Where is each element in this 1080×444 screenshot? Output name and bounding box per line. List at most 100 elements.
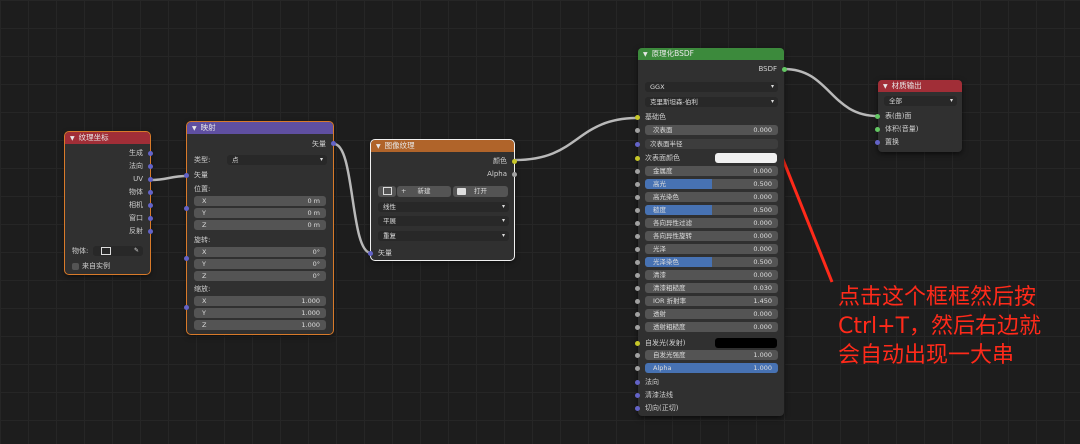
socket-field-input[interactable] [635, 273, 640, 278]
socket-field-input[interactable] [635, 260, 640, 265]
bsdf-field[interactable]: 糙度 0.500 [645, 205, 778, 215]
eyedropper-icon[interactable]: ✎ [134, 246, 139, 256]
bsdf-field[interactable]: IOR 折射率 1.450 [645, 296, 778, 306]
subsurface-method-dropdown[interactable]: 克里斯坦森-伯利 ▾ [645, 97, 778, 107]
socket-color-out[interactable] [512, 159, 517, 164]
socket-alpha[interactable] [635, 366, 640, 371]
socket-field-input[interactable] [635, 286, 640, 291]
alpha-field[interactable]: Alpha 1.000 [645, 363, 778, 373]
socket-field-input[interactable] [635, 169, 640, 174]
rotation-z-field[interactable]: Z 0° [194, 271, 326, 281]
texture-coordinate-node[interactable]: ▼ 纹理坐标 生成 法向 UV 物体 相机 窗口 反射 物体: ✎ 来自实例 [64, 131, 153, 275]
location-y-field[interactable]: Y 0 m [194, 208, 326, 218]
socket-displacement[interactable] [875, 140, 880, 145]
interpolation-dropdown[interactable]: 线性 ▾ [378, 202, 509, 212]
bsdf-field[interactable]: 各向异性过滤 0.000 [645, 218, 778, 228]
from-instancer-checkbox[interactable] [72, 263, 79, 270]
image-texture-node[interactable]: ▼ 图像纹理 颜色 Alpha + 新建 打开 线性 ▾ 平展 ▾ 重复 ▾ 矢量 [368, 139, 517, 261]
socket-normal[interactable] [148, 164, 153, 169]
socket-subsurface-color[interactable] [635, 156, 640, 161]
socket-emission[interactable] [635, 341, 640, 346]
node-header[interactable]: ▼ 原理化BSDF [638, 48, 784, 60]
collapse-icon[interactable]: ▼ [376, 141, 381, 152]
socket-alpha-out[interactable] [512, 172, 517, 177]
socket-base-color[interactable] [635, 115, 640, 120]
subsurface-color-swatch[interactable] [715, 153, 777, 163]
socket-vector-in[interactable] [368, 251, 373, 256]
emission-strength-field[interactable]: 自发光强度 1.000 [645, 350, 778, 360]
node-header[interactable]: ▼ 图像纹理 [371, 140, 514, 152]
socket-emission-strength[interactable] [635, 353, 640, 358]
socket-field-input[interactable] [635, 221, 640, 226]
target-dropdown[interactable]: 全部 ▾ [884, 96, 957, 106]
socket-field-input[interactable] [635, 208, 640, 213]
collapse-icon[interactable]: ▼ [192, 123, 197, 134]
location-x-field[interactable]: X 0 m [194, 196, 326, 206]
socket-surface[interactable] [875, 114, 880, 119]
socket-field-input[interactable] [635, 325, 640, 330]
node-header[interactable]: ▼ 材质输出 [878, 80, 962, 92]
material-output-node[interactable]: ▼ 材质输出 全部 ▾ 表(曲)面 体积(音量) 置换 [875, 80, 962, 152]
socket-window[interactable] [148, 216, 153, 221]
extension-dropdown[interactable]: 重复 ▾ [378, 231, 509, 241]
socket-volume[interactable] [875, 127, 880, 132]
bsdf-field[interactable]: 光泽 0.000 [645, 244, 778, 254]
bsdf-field[interactable]: 光泽染色 0.500 [645, 257, 778, 267]
node-header[interactable]: ▼ 纹理坐标 [65, 132, 150, 144]
collapse-icon[interactable]: ▼ [70, 133, 75, 144]
distribution-dropdown[interactable]: GGX ▾ [645, 82, 778, 92]
rotation-y-field[interactable]: Y 0° [194, 259, 326, 269]
socket-reflection[interactable] [148, 229, 153, 234]
socket-object[interactable] [148, 190, 153, 195]
subsurface-field[interactable]: 次表面 0.000 [645, 125, 778, 135]
socket-field-input[interactable] [635, 247, 640, 252]
projection-dropdown[interactable]: 平展 ▾ [378, 216, 509, 226]
emission-color-swatch[interactable] [715, 338, 777, 348]
link-color-to-basecolor[interactable] [514, 116, 639, 162]
mapping-node[interactable]: ▼ 映射 矢量 类型: 点 ▾ 矢量 位置: X0 m Y0 m Z0 m 旋转: … [184, 121, 336, 335]
socket-location[interactable] [184, 206, 189, 211]
bsdf-field[interactable]: 透射 0.000 [645, 309, 778, 319]
bsdf-field[interactable]: 高光 0.500 [645, 179, 778, 189]
type-dropdown[interactable]: 点 ▾ [227, 155, 327, 165]
socket-bsdf-out[interactable] [782, 67, 787, 72]
socket-tangent[interactable] [635, 406, 640, 411]
location-z-field[interactable]: Z 0 m [194, 220, 326, 230]
socket-generated[interactable] [148, 151, 153, 156]
rotation-x-field[interactable]: X 0° [194, 247, 326, 257]
socket-field-input[interactable] [635, 182, 640, 187]
principled-bsdf-node[interactable]: ▼ 原理化BSDF BSDF GGX ▾ 克里斯坦森-伯利 ▾ 基础色 次表面 0.00… [635, 48, 787, 416]
socket-vector-in[interactable] [184, 173, 189, 178]
scale-y-field[interactable]: Y 1.000 [194, 308, 326, 318]
socket-field-input[interactable] [635, 195, 640, 200]
subsurface-radius-vector[interactable]: 次表面半径 [645, 139, 778, 149]
socket-field-input[interactable] [635, 312, 640, 317]
link-vector-to-image[interactable] [333, 142, 372, 255]
node-header[interactable]: ▼ 映射 [187, 122, 333, 134]
link-bsdf-to-surface[interactable] [783, 67, 879, 118]
collapse-icon[interactable]: ▼ [643, 49, 648, 60]
object-picker[interactable]: ✎ [93, 246, 143, 256]
socket-normal[interactable] [635, 380, 640, 385]
bsdf-field[interactable]: 清漆 0.000 [645, 270, 778, 280]
scale-z-field[interactable]: Z 1.000 [194, 320, 326, 330]
collapse-icon[interactable]: ▼ [883, 81, 888, 92]
bsdf-field[interactable]: 透射粗糙度 0.000 [645, 322, 778, 332]
socket-field-input[interactable] [635, 299, 640, 304]
link-uv-to-vector[interactable] [150, 174, 188, 182]
socket-field-input[interactable] [635, 234, 640, 239]
socket-subsurface[interactable] [635, 128, 640, 133]
socket-vector-out[interactable] [331, 141, 336, 146]
bsdf-field[interactable]: 金属度 0.000 [645, 166, 778, 176]
open-image-button[interactable]: 打开 [453, 186, 508, 197]
socket-camera[interactable] [148, 203, 153, 208]
scale-x-field[interactable]: X 1.000 [194, 296, 326, 306]
socket-subsurface-radius[interactable] [635, 142, 640, 147]
new-image-button[interactable]: + 新建 [397, 186, 451, 197]
socket-uv[interactable] [148, 177, 153, 182]
bsdf-field[interactable]: 各向异性旋转 0.000 [645, 231, 778, 241]
socket-scale[interactable] [184, 305, 189, 310]
image-browse-button[interactable] [378, 186, 396, 197]
bsdf-field[interactable]: 高光染色 0.000 [645, 192, 778, 202]
socket-clearcoat-normal[interactable] [635, 393, 640, 398]
